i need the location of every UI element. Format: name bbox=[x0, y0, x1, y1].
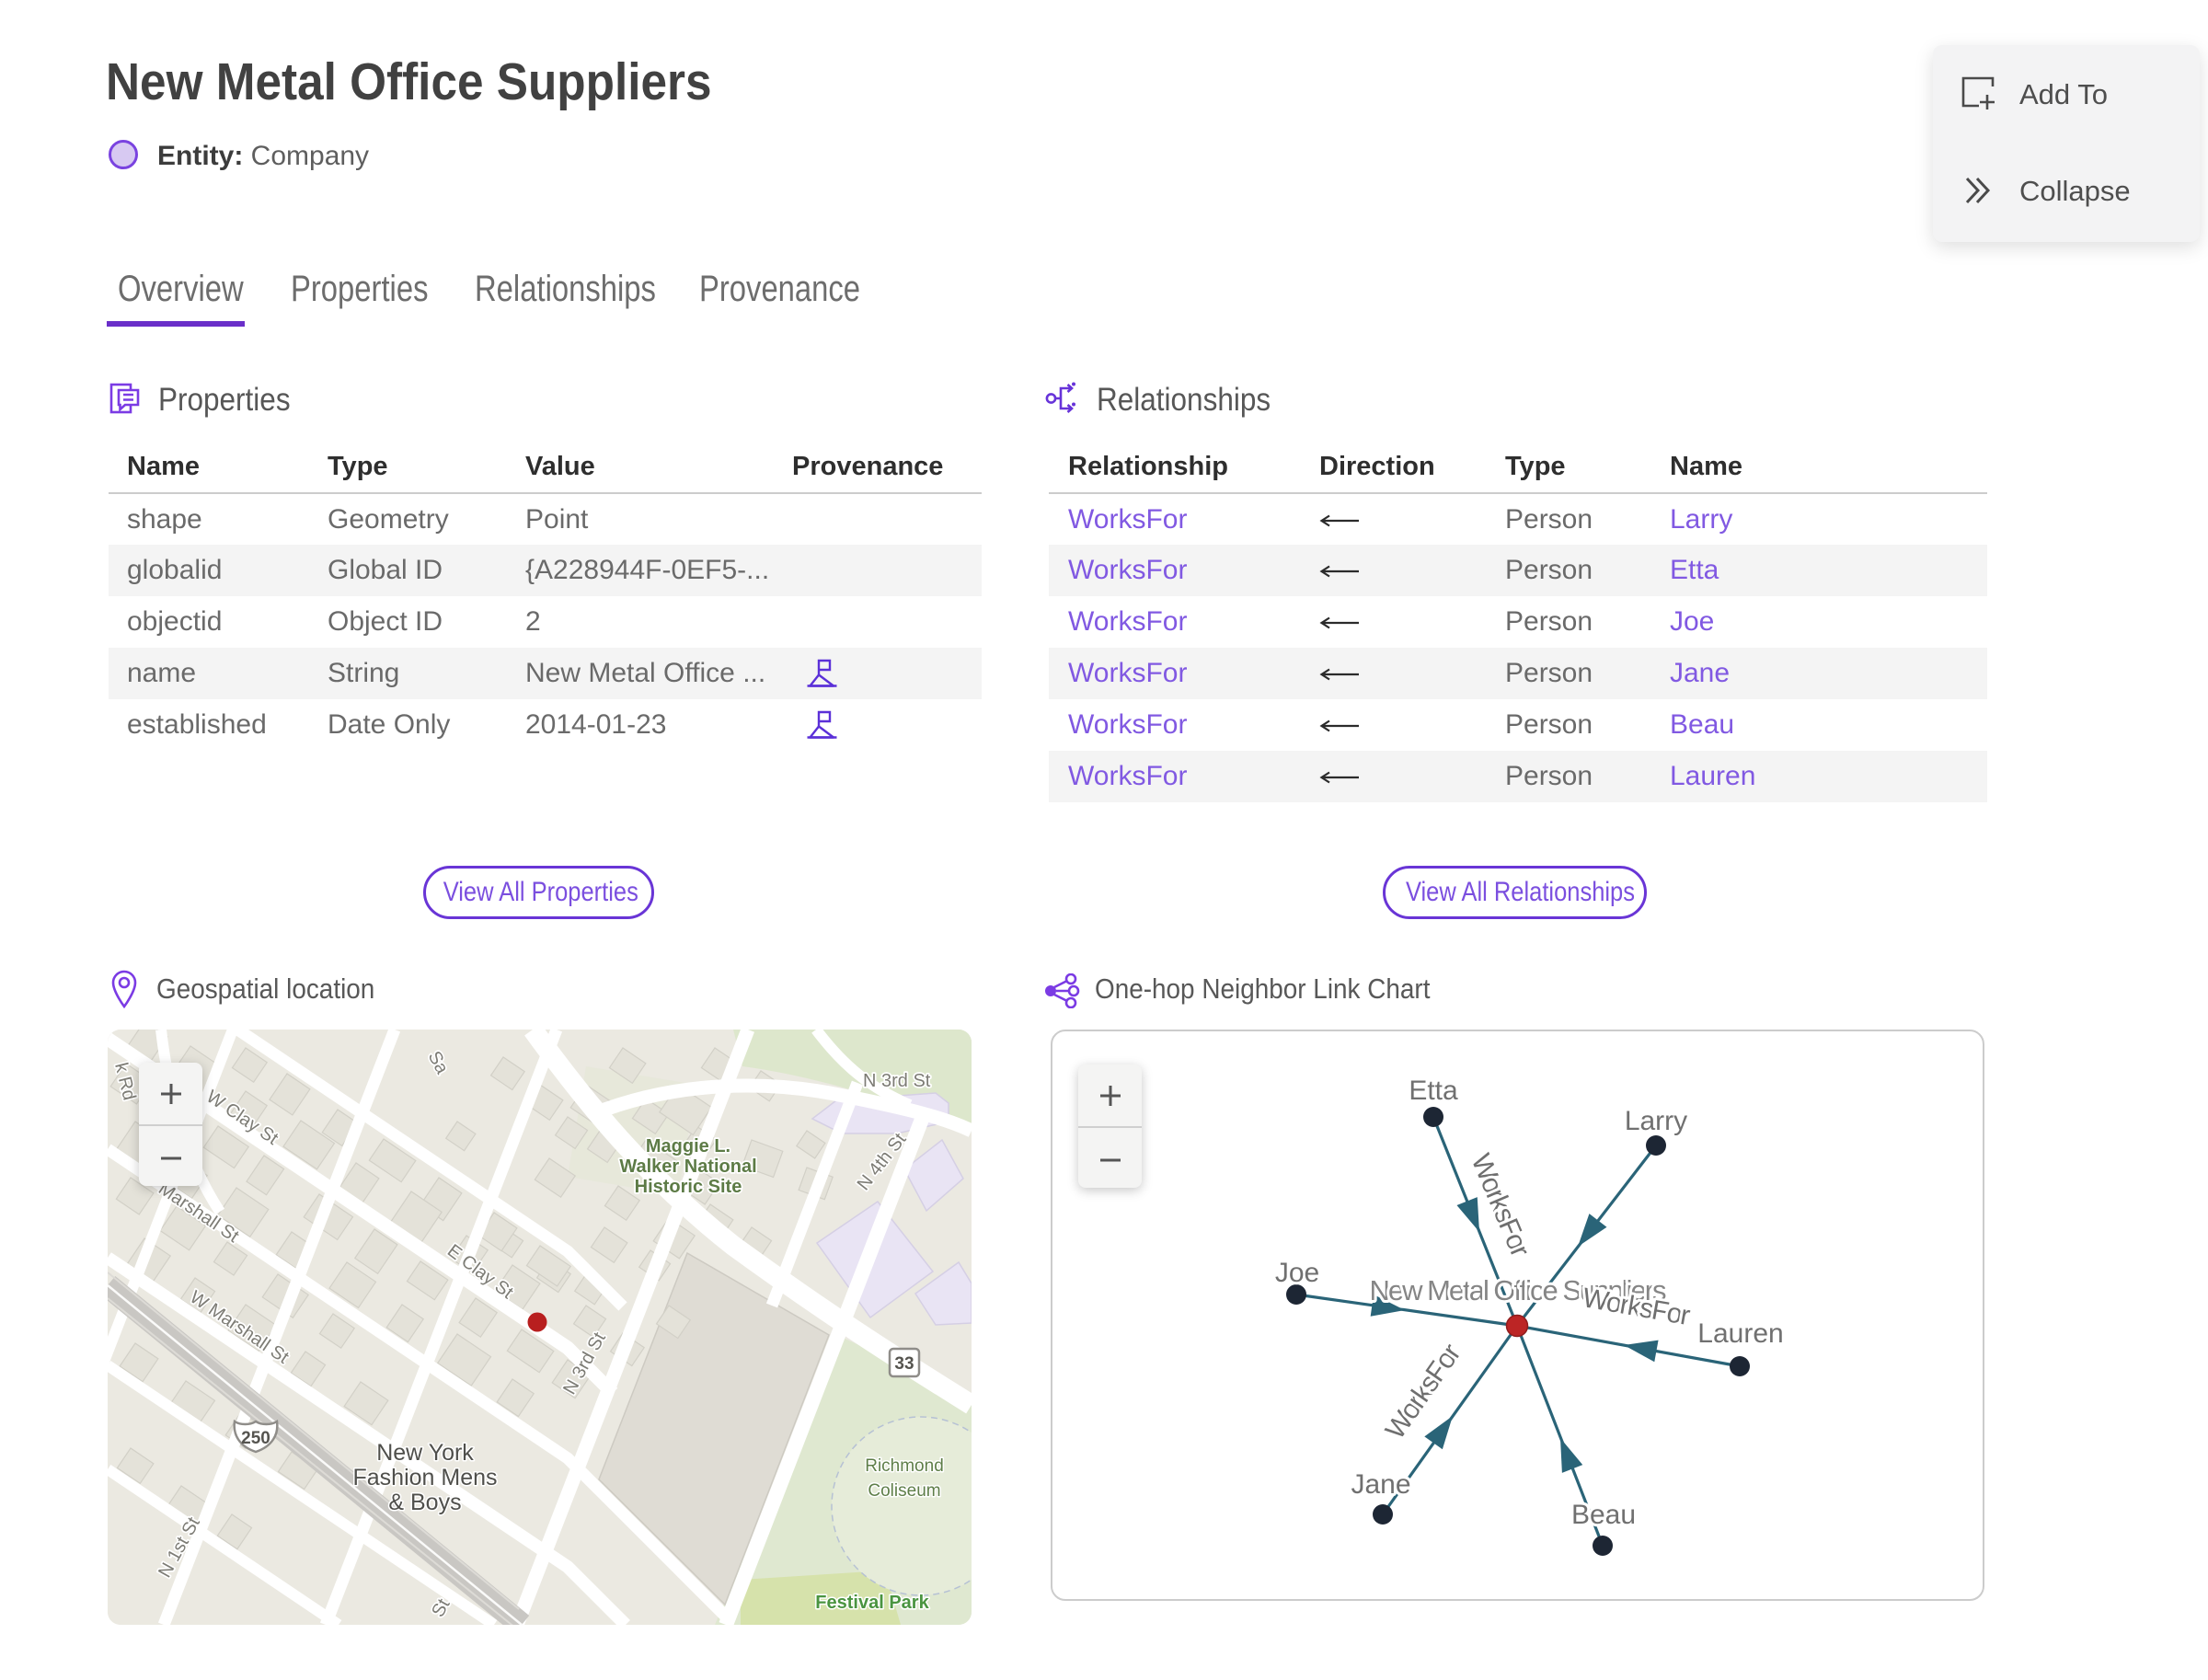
svg-text:WorksFor: WorksFor bbox=[1380, 1339, 1467, 1445]
svg-text:Maggie L.: Maggie L. bbox=[646, 1136, 730, 1156]
svg-text:N 3rd St: N 3rd St bbox=[863, 1071, 931, 1091]
svg-text:Richmond: Richmond bbox=[865, 1456, 944, 1476]
svg-text:Walker National: Walker National bbox=[619, 1156, 756, 1177]
svg-text:Jane: Jane bbox=[1351, 1469, 1410, 1500]
svg-text:Festival Park: Festival Park bbox=[815, 1593, 929, 1613]
svg-text:Beau: Beau bbox=[1571, 1500, 1636, 1530]
svg-text:Coliseum: Coliseum bbox=[868, 1481, 940, 1501]
svg-text:Etta: Etta bbox=[1409, 1076, 1458, 1106]
svg-text:Historic Site: Historic Site bbox=[635, 1177, 742, 1197]
svg-text:New York: New York bbox=[376, 1440, 474, 1466]
svg-text:Lauren: Lauren bbox=[1697, 1318, 1783, 1349]
svg-text:& Boys: & Boys bbox=[388, 1490, 461, 1515]
svg-text:Larry: Larry bbox=[1625, 1106, 1687, 1136]
svg-text:33: 33 bbox=[894, 1354, 914, 1374]
svg-text:250: 250 bbox=[241, 1429, 270, 1448]
svg-text:Joe: Joe bbox=[1275, 1258, 1319, 1288]
svg-text:Fashion Mens: Fashion Mens bbox=[352, 1465, 497, 1490]
